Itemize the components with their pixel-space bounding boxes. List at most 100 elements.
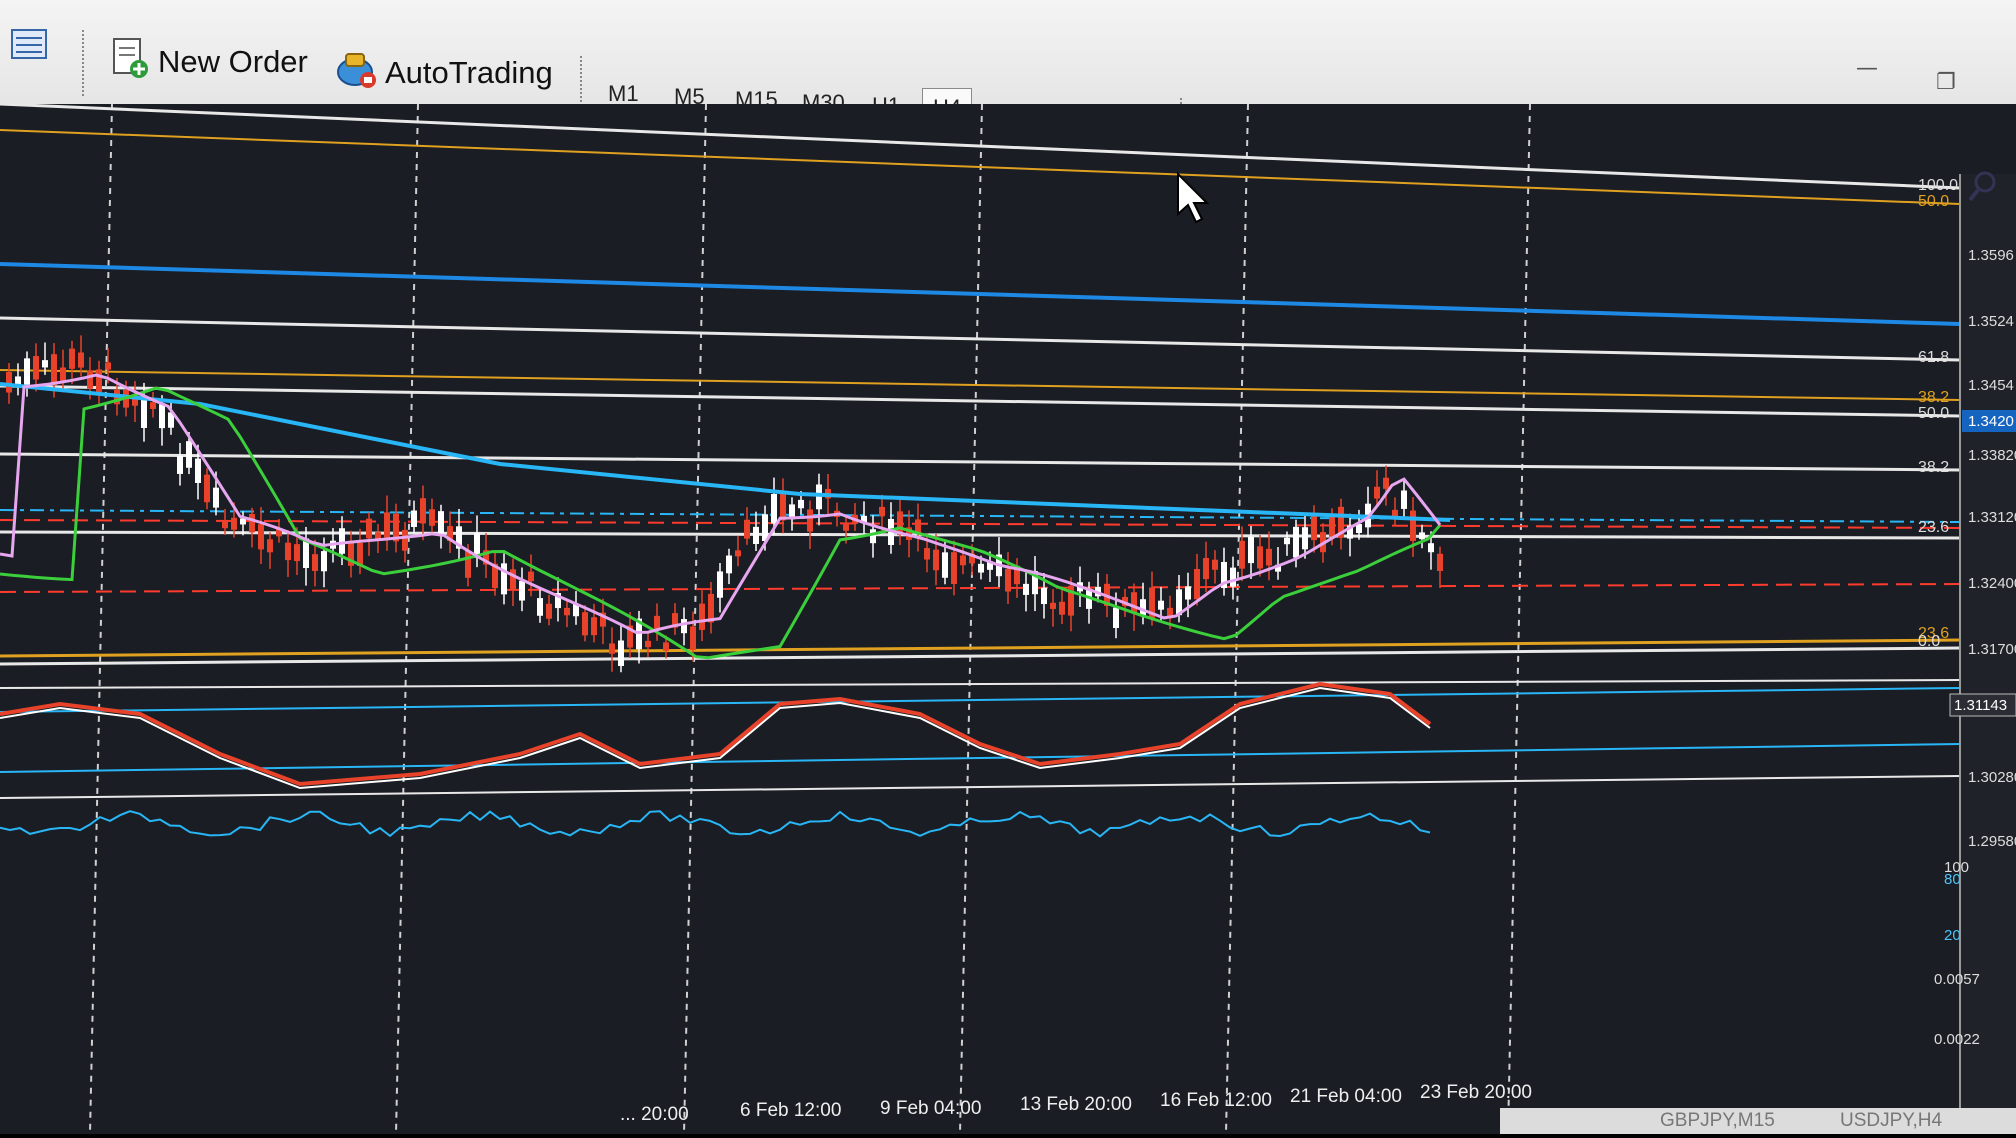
candle-body: [411, 510, 417, 527]
time-tick-label: 16 Feb 12:00: [1160, 1090, 1272, 1111]
new-order-label: New Order: [158, 44, 308, 79]
price-tick-label: 1.3524: [1968, 313, 2014, 330]
candle-body: [78, 352, 84, 368]
autotrading-button[interactable]: AutoTrading: [335, 48, 553, 98]
candle-body: [402, 529, 408, 551]
chart-canvas[interactable]: 100.050.061.838.250.038.223.623.60.0 1.3…: [0, 102, 2016, 1135]
candle-body: [69, 348, 75, 369]
candle-body: [564, 607, 570, 616]
candle-body: [663, 642, 669, 651]
candle-body: [1230, 567, 1236, 587]
candle-body: [798, 499, 804, 509]
oscillator-level-label: 80: [1944, 871, 1961, 888]
candle-body: [195, 458, 201, 483]
time-tick-label: 6 Feb 12:00: [740, 1100, 841, 1121]
candle-body: [654, 615, 660, 629]
candle-body: [1428, 543, 1434, 553]
candle-body: [1392, 509, 1398, 517]
candle-body: [735, 550, 741, 557]
candle-body: [546, 603, 552, 619]
candle-body: [42, 360, 48, 368]
candle-body: [15, 376, 21, 385]
indicator-level-label: 0.0022: [1934, 1031, 1980, 1048]
candle-body: [528, 571, 534, 582]
level-line: [0, 679, 1961, 689]
candle-body: [1140, 599, 1146, 616]
price-tick-label: 1.33820: [1968, 447, 2016, 464]
candle-body: [312, 554, 318, 571]
candle-body: [339, 528, 345, 554]
candle-body: [978, 563, 984, 573]
candle-body: [1050, 602, 1056, 609]
candle-body: [681, 619, 687, 634]
level-line: [0, 369, 1961, 401]
level-line: [0, 775, 1961, 799]
candle-body: [150, 402, 156, 409]
candle-body: [159, 404, 165, 429]
candle-body: [771, 493, 777, 524]
candle-body: [6, 371, 12, 393]
candle-body: [699, 603, 705, 630]
candle-body: [1005, 569, 1011, 592]
candle-body: [24, 358, 30, 385]
candle-body: [1131, 592, 1137, 614]
candle-body: [294, 544, 300, 562]
candle-body: [1158, 600, 1164, 610]
tab-chart-gbpjpy[interactable]: GBPJPY,M15: [1660, 1110, 1775, 1132]
moving-averages: [0, 373, 1451, 660]
price-tick-label: 1.3596: [1968, 247, 2014, 264]
price-tick-label: 1.31700: [1968, 641, 2016, 658]
indicator-level-label: 0.0057: [1934, 971, 1980, 988]
minimize-window-icon[interactable]: —: [1856, 56, 1878, 81]
candle-body: [438, 511, 444, 537]
candle-body: [1284, 537, 1290, 545]
level-line: [0, 646, 1961, 666]
candle-body: [1239, 540, 1245, 569]
candle-body: [1401, 490, 1407, 509]
candle-body: [942, 552, 948, 578]
level-line: [0, 452, 1961, 472]
candle-body: [879, 506, 885, 517]
vertical-grid-line: [395, 103, 419, 1135]
candle-body: [1329, 514, 1335, 537]
candle-body: [816, 484, 822, 510]
mouse-cursor-icon: [1177, 171, 1210, 224]
candle-body: [690, 626, 696, 650]
candle-body: [591, 617, 597, 636]
candle-body: [744, 519, 750, 539]
tab-chart-usdjpy[interactable]: USDJPY,H4: [1840, 1110, 1942, 1132]
candle-body: [1041, 587, 1047, 605]
time-tick-label: 21 Feb 04:00: [1290, 1086, 1402, 1107]
candle-body: [384, 512, 390, 538]
autotrading-icon: [335, 48, 377, 98]
candle-body: [1212, 559, 1218, 570]
price-chart[interactable]: 100.0 50.0 61.8 38.2 50.0 38.2 23.6 23.6 0.0 1.3…: [0, 102, 2016, 1135]
new-order-button[interactable]: New Order: [110, 36, 308, 88]
market-watch-icon[interactable]: [10, 24, 50, 64]
candle-body: [1410, 510, 1416, 542]
horizontal-levels: 100.050.061.838.250.038.223.623.60.0: [0, 102, 1961, 799]
price-tick-label: 1.30280: [1968, 769, 2016, 786]
candle-body: [717, 571, 723, 598]
candle-body: [60, 367, 66, 381]
candle-body: [1257, 546, 1263, 569]
level-line: [0, 687, 1961, 713]
fib-level-label: 61.8: [1918, 349, 1949, 366]
price-tick-label: 1.33120: [1968, 509, 2016, 526]
candle-body: [204, 474, 210, 503]
candle-body: [582, 612, 588, 636]
fib-level-label: 50.0: [1918, 193, 1949, 210]
candle-body: [1437, 553, 1443, 571]
oscillator-panel: [0, 681, 1432, 838]
candle-body: [1059, 601, 1065, 615]
toolbar-separator: [82, 30, 87, 96]
candles: [6, 335, 1443, 673]
candle-body: [1311, 514, 1317, 541]
candle-body: [420, 498, 426, 524]
candle-body: [1113, 607, 1119, 629]
candle-body: [519, 580, 525, 601]
oscillator-level-label: 20: [1944, 927, 1961, 944]
candle-body: [1419, 532, 1425, 540]
fib-level-label: 100.0: [1918, 177, 1958, 194]
maximize-window-icon[interactable]: ❐: [1936, 70, 1956, 95]
